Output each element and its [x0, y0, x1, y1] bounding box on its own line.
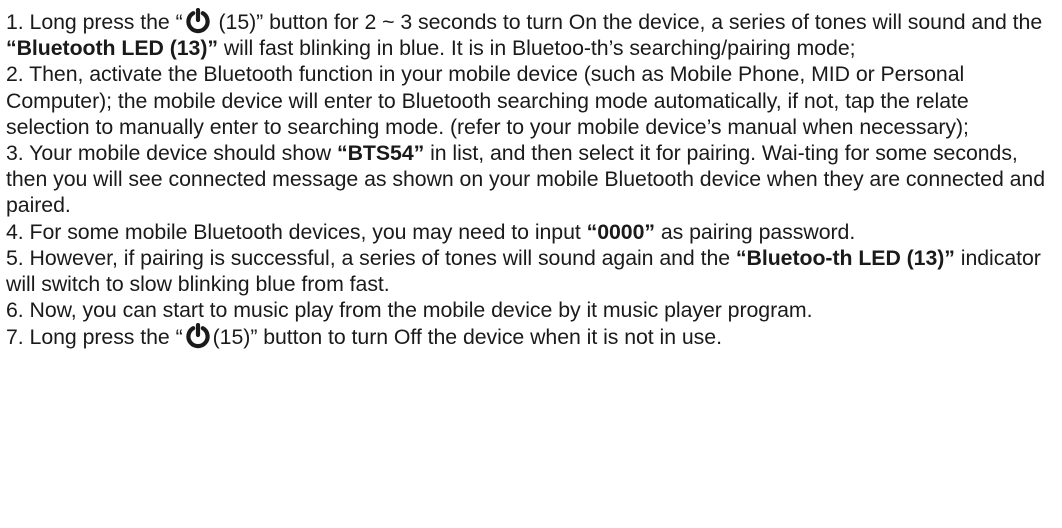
bluetooth-led-label: “Bluetooth LED (13)” — [6, 36, 218, 61]
step-7: 7. Long press the “ (15)” button to turn … — [6, 323, 1056, 350]
step-1-suffix: will fast blinking in blue. It is in Blu… — [217, 36, 856, 61]
step-4-prefix: 4. For some mobile Bluetooth devices, yo… — [6, 219, 587, 244]
instructions-page: 1. Long press the “ (15)” button for 2 ~… — [0, 0, 1062, 528]
step-6: 6. Now, you can start to music play from… — [6, 297, 1056, 323]
step-4-suffix: as pairing password. — [655, 219, 856, 244]
step-5: 5. However, if pairing is successful, a … — [6, 245, 1056, 297]
pairing-password-label: “0000” — [586, 219, 655, 244]
step-2: 2. Then, activate the Bluetooth function… — [6, 61, 1056, 140]
step-1-prefix: 1. Long press the “ — [6, 10, 183, 34]
step-3: 3. Your mobile device should show “BTS54… — [6, 140, 1056, 219]
step-3-prefix: 3. Your mobile device should show — [6, 141, 337, 166]
step-6-text: 6. Now, you can start to music play from… — [6, 298, 813, 323]
bluetooth-led-label-2: “Bluetoo-th LED (13)” — [735, 245, 955, 270]
step-7-suffix: (15)” button to turn Off the device when… — [212, 325, 722, 350]
power-icon — [185, 323, 210, 349]
step-2-text: 2. Then, activate the Bluetooth function… — [6, 62, 969, 139]
step-1: 1. Long press the “ (15)” button for 2 ~… — [6, 8, 1056, 61]
step-7-prefix: 7. Long press the “ — [6, 325, 183, 350]
step-5-prefix: 5. However, if pairing is successful, a … — [6, 245, 736, 270]
step-1-mid: (15)” button for 2 ~ 3 seconds to turn O… — [212, 10, 1043, 34]
power-icon — [185, 8, 210, 34]
step-4: 4. For some mobile Bluetooth devices, yo… — [6, 219, 1056, 245]
device-name-label: “BTS54” — [336, 141, 425, 166]
